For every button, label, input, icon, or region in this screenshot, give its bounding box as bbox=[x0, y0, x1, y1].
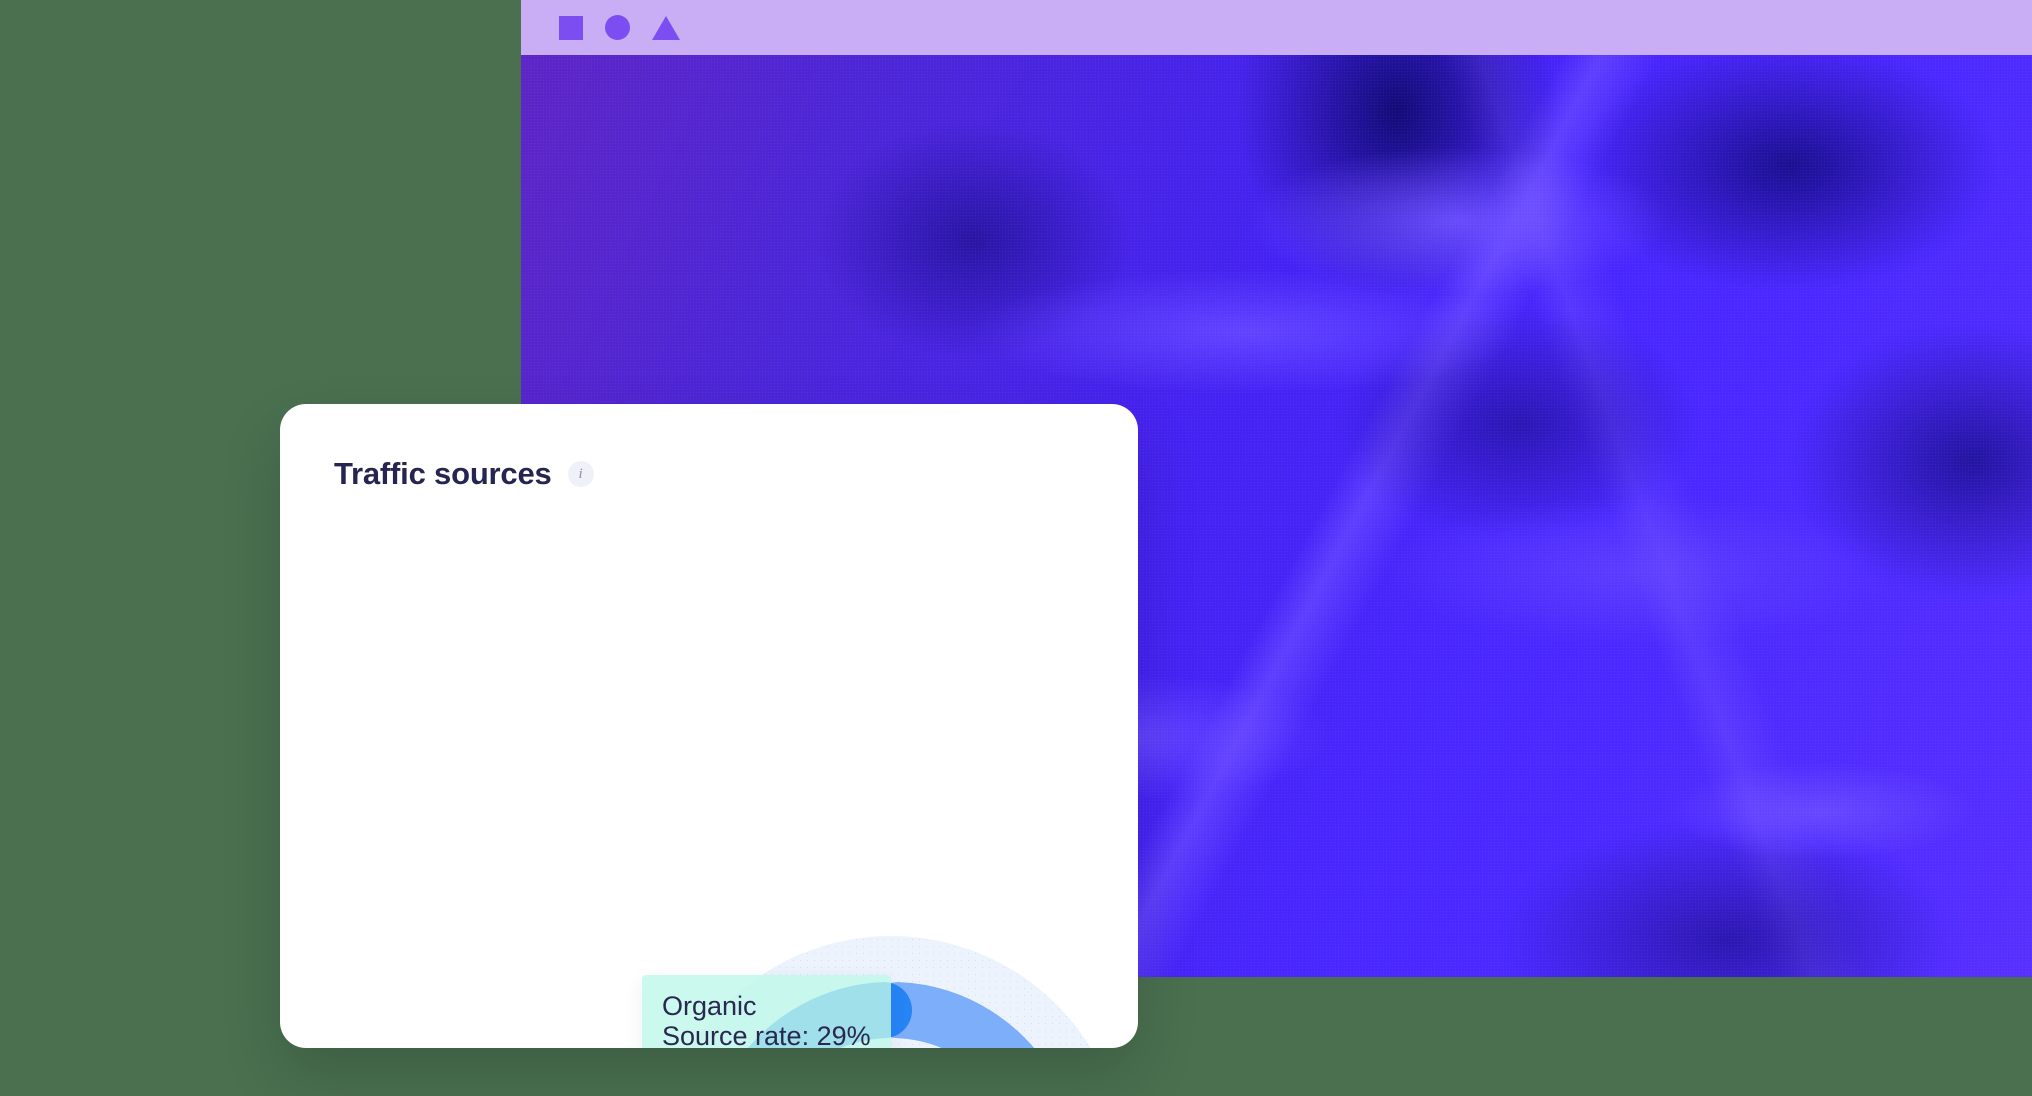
traffic-sources-donut-chart bbox=[657, 936, 1125, 1048]
circle-shape-icon[interactable] bbox=[605, 15, 630, 40]
traffic-sources-card: Traffic sources i Organic Source rate: 2… bbox=[280, 404, 1138, 1048]
square-shape-icon[interactable] bbox=[559, 15, 583, 40]
page-title: Traffic sources bbox=[334, 456, 552, 491]
donut-segment-direct[interactable] bbox=[869, 982, 1034, 1048]
window-chrome-bar bbox=[521, 0, 2032, 55]
triangle-shape-icon[interactable] bbox=[652, 15, 680, 40]
info-icon[interactable]: i bbox=[567, 461, 594, 487]
donut-segment-other[interactable] bbox=[748, 982, 913, 1048]
donut-segments bbox=[748, 982, 1034, 1048]
card-header: Traffic sources i bbox=[334, 456, 594, 492]
